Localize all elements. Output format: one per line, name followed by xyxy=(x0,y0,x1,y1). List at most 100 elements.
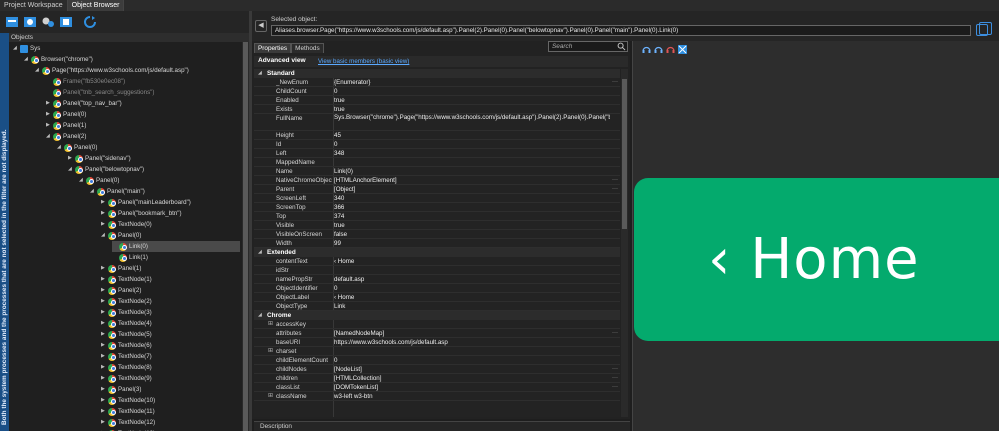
tree-node[interactable]: ◢ Panel("belowtopnav") xyxy=(68,164,144,175)
property-value[interactable]: https://www.w3schools.com/js/default.asp xyxy=(334,338,610,347)
expand-arrow-icon[interactable]: ▶ xyxy=(101,307,106,318)
expand-arrow-icon[interactable]: ▶ xyxy=(101,417,106,428)
expand-arrow-icon[interactable]: ▶ xyxy=(46,120,51,131)
tree-node[interactable]: ▶ Panel("bookmark_btn") xyxy=(101,208,182,219)
preview-tool-4[interactable] xyxy=(677,44,687,54)
property-row[interactable]: Width 99 xyxy=(254,239,620,248)
preview-tool-1[interactable] xyxy=(641,44,651,54)
expand-arrow-icon[interactable]: ▶ xyxy=(101,274,106,285)
property-row[interactable]: Parent [Object] ··· xyxy=(254,185,620,194)
property-row[interactable]: ⊞ className w3-left w3-btn xyxy=(254,392,620,401)
ellipsis-button[interactable]: ··· xyxy=(612,78,618,87)
tab-project-workspace[interactable]: Project Workspace xyxy=(0,0,68,11)
collapse-arrow-icon[interactable]: ◢ xyxy=(101,230,106,241)
property-row[interactable]: classList [DOMTokenList] ··· xyxy=(254,383,620,392)
tree-node[interactable]: ▶ TextNode(9) xyxy=(101,373,152,384)
property-row[interactable]: baseURI https://www.w3schools.com/js/defa… xyxy=(254,338,620,347)
collapse-arrow-icon[interactable]: ◢ xyxy=(13,43,18,54)
tree-node[interactable]: ▶ Panel(3) xyxy=(101,384,141,395)
tree-node[interactable]: ◢ Panel(0) xyxy=(101,230,141,241)
expand-arrow-icon[interactable]: ▶ xyxy=(101,197,106,208)
property-value[interactable]: [HTMLCollection] xyxy=(334,374,610,383)
expand-arrow-icon[interactable]: ▶ xyxy=(68,153,73,164)
property-value[interactable]: true xyxy=(334,105,610,114)
property-value[interactable]: 99 xyxy=(334,239,610,248)
collapse-arrow-icon[interactable]: ◢ xyxy=(258,248,262,257)
expand-arrow-icon[interactable]: ▶ xyxy=(101,318,106,329)
ellipsis-button[interactable]: ··· xyxy=(612,383,618,392)
property-value[interactable]: 45 xyxy=(334,131,610,140)
property-row[interactable]: NativeChromeObject [HTMLAnchorElement] ··· xyxy=(254,176,620,185)
preview-tool-3[interactable] xyxy=(665,44,675,54)
property-row[interactable]: contentText ‹ Home xyxy=(254,257,620,266)
tree-scrollbar[interactable] xyxy=(242,42,249,431)
property-row[interactable]: Name Link(0) xyxy=(254,167,620,176)
tree-node[interactable]: ◢ Page("https://www.w3schools.com/js/defa… xyxy=(35,65,189,76)
preview-toggle-button[interactable] xyxy=(979,22,992,35)
property-section-header[interactable]: ◢ Standard xyxy=(254,69,620,78)
expand-arrow-icon[interactable]: ▶ xyxy=(101,406,106,417)
tree-node[interactable]: ◢ Browser("chrome") xyxy=(24,54,93,65)
tab-object-browser[interactable]: Object Browser xyxy=(67,0,125,11)
ellipsis-button[interactable]: ··· xyxy=(612,329,618,338)
tab-methods[interactable]: Methods xyxy=(291,43,324,53)
property-row[interactable]: idStr xyxy=(254,266,620,275)
property-value[interactable]: 0 xyxy=(334,356,610,365)
property-row[interactable]: ⊞ charset xyxy=(254,347,620,356)
basic-view-link[interactable]: View basic members (basic view) xyxy=(318,58,409,65)
expand-arrow-icon[interactable]: ▶ xyxy=(46,98,51,109)
ellipsis-button[interactable]: ··· xyxy=(612,365,618,374)
tree-node[interactable]: ▶ Panel(1) xyxy=(101,263,141,274)
tree-node[interactable]: ▶ TextNode(2) xyxy=(101,296,152,307)
property-row[interactable]: MappedName xyxy=(254,158,620,167)
property-scrollbar-thumb[interactable] xyxy=(622,79,627,229)
property-section-header[interactable]: ◢ Extended xyxy=(254,248,620,257)
tree-node[interactable]: Frame("fb530e0ec08") xyxy=(46,76,125,87)
property-value[interactable]: ‹ Home xyxy=(334,257,610,266)
property-row[interactable]: childNodes [NodeList] ··· xyxy=(254,365,620,374)
property-row[interactable]: Left 348 xyxy=(254,149,620,158)
property-row[interactable]: children [HTMLCollection] ··· xyxy=(254,374,620,383)
expand-plus-icon[interactable]: ⊞ xyxy=(268,347,273,356)
expand-arrow-icon[interactable]: ▶ xyxy=(101,296,106,307)
collapse-arrow-icon[interactable]: ◢ xyxy=(24,54,29,65)
tree-node[interactable]: Link(1) xyxy=(112,252,148,263)
toolbar-button-5[interactable] xyxy=(82,14,98,30)
tree-node[interactable]: ▶ TextNode(12) xyxy=(101,417,155,428)
property-value[interactable]: 0 xyxy=(334,87,610,96)
tree-node[interactable]: ▶ Panel("sidenav") xyxy=(68,153,131,164)
property-row[interactable]: Exists true xyxy=(254,105,620,114)
property-section-header[interactable]: ◢ Chrome xyxy=(254,311,620,320)
expand-arrow-icon[interactable]: ▶ xyxy=(46,109,51,120)
property-row[interactable]: FullName Sys.Browser("chrome").Page("http… xyxy=(254,114,620,131)
toolbar-button-1[interactable] xyxy=(4,14,20,30)
expand-arrow-icon[interactable]: ▶ xyxy=(101,285,106,296)
property-row[interactable]: Height 45 xyxy=(254,131,620,140)
tree-node[interactable]: ◢ Panel(2) xyxy=(46,131,86,142)
toolbar-button-2[interactable] xyxy=(22,14,38,30)
property-value[interactable]: 0 xyxy=(334,140,610,149)
property-row[interactable]: Visible true xyxy=(254,221,620,230)
property-value[interactable]: [HTMLAnchorElement] xyxy=(334,176,610,185)
property-row[interactable]: childElementCount 0 xyxy=(254,356,620,365)
tree-node[interactable]: ▶ TextNode(6) xyxy=(101,340,152,351)
tree-node[interactable]: ▶ TextNode(3) xyxy=(101,307,152,318)
property-value[interactable]: 0 xyxy=(334,284,610,293)
property-row[interactable]: attributes [NamedNodeMap] ··· xyxy=(254,329,620,338)
property-row[interactable]: _NewEnum {Enumerator} ··· xyxy=(254,78,620,87)
tree-node[interactable]: ◢ Panel(0) xyxy=(57,142,97,153)
property-value[interactable]: Link xyxy=(334,302,610,311)
property-value[interactable]: [DOMTokenList] xyxy=(334,383,610,392)
property-row[interactable]: ChildCount 0 xyxy=(254,87,620,96)
property-row[interactable]: ⊞ accessKey xyxy=(254,320,620,329)
tree-node[interactable]: ▶ Panel("mainLeaderboard") xyxy=(101,197,191,208)
collapse-arrow-icon[interactable]: ◢ xyxy=(258,69,262,78)
tree-node[interactable]: ▶ Panel(0) xyxy=(46,109,86,120)
property-value[interactable]: default.asp xyxy=(334,275,610,284)
property-value[interactable]: false xyxy=(334,230,610,239)
selected-object-field[interactable]: Aliases.browser.Page("https://www.w3scho… xyxy=(271,25,971,36)
collapse-arrow-icon[interactable]: ◢ xyxy=(68,164,73,175)
property-value[interactable]: 374 xyxy=(334,212,610,221)
expand-arrow-icon[interactable]: ▶ xyxy=(101,373,106,384)
expand-arrow-icon[interactable]: ▶ xyxy=(101,329,106,340)
